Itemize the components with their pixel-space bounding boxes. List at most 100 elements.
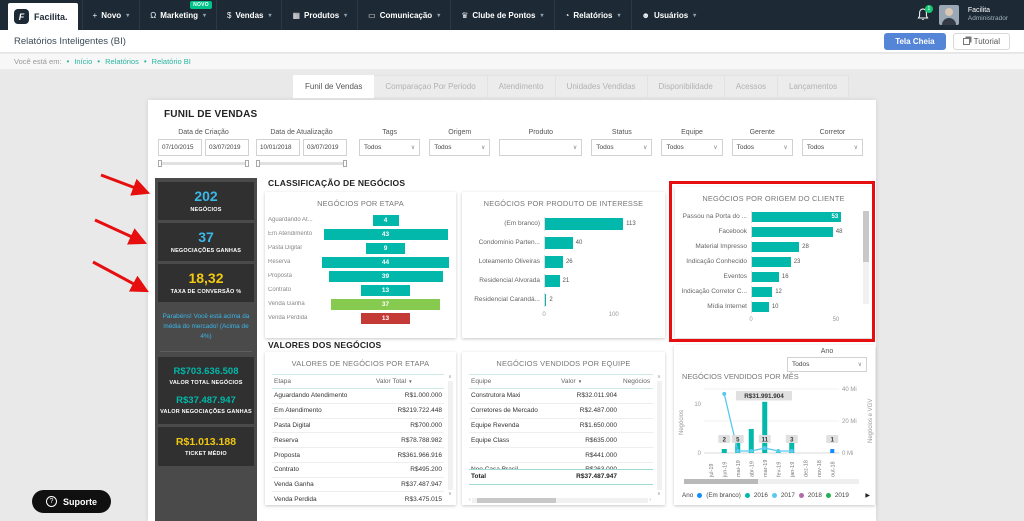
legend-item-2019[interactable]: 2019: [835, 492, 849, 499]
date-to-input[interactable]: [205, 139, 249, 156]
slider-handle-right[interactable]: [343, 160, 347, 167]
notifications-bell-icon[interactable]: 1: [917, 8, 930, 22]
date-from-input[interactable]: [158, 139, 202, 156]
funnel-row-venda-ganha[interactable]: Venda Ganha37: [265, 297, 456, 311]
bar-row-indicacao-corretor-c[interactable]: Indicação Corretor C...12: [681, 284, 858, 299]
dropdown-produto[interactable]: ∨: [499, 139, 582, 156]
tab-lancamentos[interactable]: Lançamentos: [778, 75, 849, 98]
column-header-valor[interactable]: Valor▼: [555, 378, 617, 385]
funnel-bar[interactable]: 13: [361, 285, 410, 296]
column-header-equipe[interactable]: Equipe: [471, 378, 555, 385]
user-menu[interactable]: Facilita Administrador: [968, 7, 1008, 24]
tutorial-button[interactable]: Tutorial: [953, 33, 1010, 50]
negocios-point[interactable]: [790, 449, 794, 453]
breadcrumb-link-relatorio-bi[interactable]: Relatório BI: [152, 57, 191, 66]
scrollbar-thumb[interactable]: [863, 211, 869, 262]
bar-row-residencial-caranda[interactable]: Residencial Carandá...2: [468, 290, 657, 309]
bar[interactable]: [545, 294, 546, 306]
legend-item-2017[interactable]: 2017: [781, 492, 795, 499]
column-header-valor-total[interactable]: Valor Total▼: [370, 378, 442, 385]
date-from-input[interactable]: [256, 139, 300, 156]
bar[interactable]: [752, 302, 769, 312]
brand-logo[interactable]: F Facilita.: [8, 3, 78, 30]
bar[interactable]: [545, 218, 623, 230]
table-row[interactable]: Venda GanhaR$37.487.947: [272, 478, 444, 493]
slider-handle-left[interactable]: [256, 160, 260, 167]
table-row[interactable]: Pasta DigitalR$700.000: [272, 419, 444, 434]
bar[interactable]: [752, 287, 772, 297]
table-row[interactable]: Corretores de MercadoR$2.487.000: [469, 404, 653, 419]
bar[interactable]: [752, 257, 791, 267]
nav-item-vendas[interactable]: $Vendas▾: [216, 0, 281, 30]
scrollbar-thumb[interactable]: [477, 498, 556, 503]
scroll-up-icon[interactable]: ∧: [448, 374, 452, 380]
scroll-right-icon[interactable]: ›: [649, 497, 651, 503]
legend-item-em-branco[interactable]: (Em branco): [706, 492, 741, 499]
funnel-bar[interactable]: 37: [331, 299, 440, 310]
fullscreen-button[interactable]: Tela Cheia: [884, 33, 945, 50]
nav-item-comunicacao[interactable]: ▭Comunicação▾: [357, 0, 450, 30]
legend-next-icon[interactable]: ▶: [865, 492, 870, 499]
bar[interactable]: [545, 275, 560, 287]
funnel-bar[interactable]: 44: [322, 257, 449, 268]
date-to-input[interactable]: [303, 139, 347, 156]
scrollbar-vertical[interactable]: ∧∨: [656, 374, 662, 497]
dropdown-equipe[interactable]: Todos∨: [661, 139, 722, 156]
funnel-bar[interactable]: 9: [366, 243, 405, 254]
bar-row-indicacao-conhecido[interactable]: Indicação Conhecido23: [681, 254, 858, 269]
date-range-slider[interactable]: [256, 162, 347, 165]
nav-item-relatorios[interactable]: ◔Relatórios▾: [554, 0, 631, 30]
table-row[interactable]: Aguardando AtendimentoR$1.000.000: [272, 389, 444, 404]
tab-atendimento[interactable]: Atendimento: [488, 75, 556, 98]
table-row[interactable]: Equipe RevendaR$1.650.000: [469, 419, 653, 434]
bar[interactable]: [752, 272, 779, 282]
negocios-point[interactable]: [722, 392, 726, 396]
funnel-bar[interactable]: 43: [324, 229, 448, 240]
column-header-etapa[interactable]: Etapa: [274, 378, 370, 385]
em-branco-point[interactable]: [830, 449, 834, 453]
funnel-bar[interactable]: 39: [329, 271, 443, 282]
table-row[interactable]: R$441.000: [469, 448, 653, 463]
negocios-point[interactable]: [736, 449, 740, 453]
nav-item-produtos[interactable]: ▦Produtos▾: [281, 0, 357, 30]
month-chart-plot[interactable]: 0100 Mi20 Mi40 MiNegóciosNegócios e VGV2…: [674, 383, 875, 483]
tab-disponibilidade[interactable]: Disponibilidade: [648, 75, 725, 98]
slider-handle-right[interactable]: [245, 160, 249, 167]
tab-comparacao-por-periodo[interactable]: Comparaçao Por Periodo: [374, 75, 487, 98]
table-row[interactable]: Construtora MaxiR$32.011.904: [469, 389, 653, 404]
scrollbar-thumb[interactable]: [684, 479, 758, 484]
funnel-row-reserva[interactable]: Reserva44: [265, 255, 456, 269]
column-header-negocios[interactable]: Negócios: [617, 378, 651, 385]
dropdown-ano[interactable]: Todos∨: [787, 357, 867, 372]
funnel-row-em-atendimento[interactable]: Em Atendimento43: [265, 227, 456, 241]
dropdown-tags[interactable]: Todos∨: [359, 139, 420, 156]
vgv-bar[interactable]: [762, 402, 767, 453]
table-row[interactable]: Venda PerdidaR$3.475.015: [272, 492, 444, 505]
bar-row-facebook[interactable]: Facebook48: [681, 224, 858, 239]
vgv-bar[interactable]: [722, 449, 727, 453]
scroll-left-icon[interactable]: ‹: [469, 497, 471, 503]
dropdown-gerente[interactable]: Todos∨: [732, 139, 793, 156]
dropdown-corretor[interactable]: Todos∨: [802, 139, 863, 156]
nav-item-marketing[interactable]: ΩMarketing▾NOVO: [139, 0, 216, 30]
bar-row-material-impresso[interactable]: Material Impresso28: [681, 239, 858, 254]
bar[interactable]: [752, 227, 833, 237]
scroll-down-icon[interactable]: ∨: [657, 491, 661, 497]
dropdown-origem[interactable]: Todos∨: [429, 139, 490, 156]
breadcrumb-link-inicio[interactable]: Início: [74, 57, 92, 66]
bar[interactable]: [545, 237, 573, 249]
bar-row-eventos[interactable]: Eventos16: [681, 269, 858, 284]
scrollbar-vertical[interactable]: ∧∨: [447, 374, 453, 497]
nav-item-clube-de-pontos[interactable]: ♛Clube de Pontos▾: [450, 0, 553, 30]
funnel-row-proposta[interactable]: Proposta39: [265, 269, 456, 283]
bar-row-passou-na-porta-do[interactable]: Passou na Porta do ...53: [681, 209, 858, 224]
funnel-row-contrato[interactable]: Contrato13: [265, 283, 456, 297]
legend-item-2018[interactable]: 2018: [808, 492, 822, 499]
bar[interactable]: [752, 212, 841, 222]
bar-row-residencial-alvorada[interactable]: Residencial Alvorada21: [468, 271, 657, 290]
tab-acessos[interactable]: Acessos: [725, 75, 778, 98]
bar-row-loteamento-oliveiras[interactable]: Loteamento Oliveiras26: [468, 252, 657, 271]
slider-handle-left[interactable]: [158, 160, 162, 167]
scrollbar-vertical[interactable]: [863, 211, 869, 304]
scrollbar-horizontal[interactable]: ‹›: [469, 497, 651, 503]
